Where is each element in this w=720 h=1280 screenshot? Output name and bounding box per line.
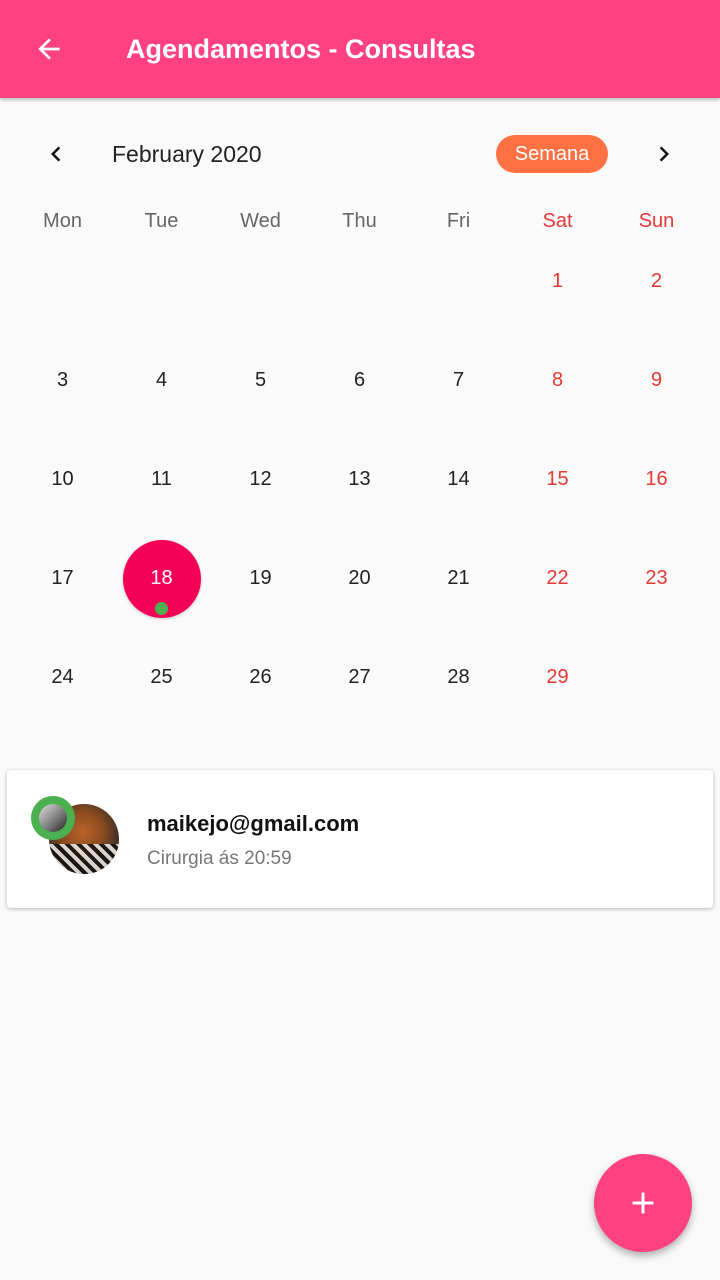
appointment-subtitle: Cirurgia ás 20:59 bbox=[147, 848, 292, 869]
calendar-day[interactable]: 26 bbox=[211, 628, 310, 727]
calendar-day[interactable]: 29 bbox=[508, 628, 607, 727]
calendar-day[interactable]: 1 bbox=[508, 232, 607, 331]
back-button[interactable] bbox=[24, 24, 74, 74]
calendar-day[interactable]: 23 bbox=[607, 529, 706, 628]
calendar-day[interactable]: 9 bbox=[607, 331, 706, 430]
calendar-day bbox=[13, 232, 112, 331]
app-bar: Agendamentos - Consultas bbox=[0, 0, 720, 98]
next-month-button[interactable] bbox=[646, 136, 682, 172]
calendar-day[interactable]: 21 bbox=[409, 529, 508, 628]
calendar-day[interactable]: 4 bbox=[112, 331, 211, 430]
calendar-day[interactable]: 28 bbox=[409, 628, 508, 727]
calendar-day[interactable]: 7 bbox=[409, 331, 508, 430]
calendar-day bbox=[310, 232, 409, 331]
calendar-day[interactable]: 14 bbox=[409, 430, 508, 529]
calendar-day[interactable]: 5 bbox=[211, 331, 310, 430]
month-title: February 2020 bbox=[112, 141, 262, 167]
calendar-day[interactable]: 16 bbox=[607, 430, 706, 529]
chevron-left-icon bbox=[51, 146, 61, 162]
appointment-email: maikejo@gmail.com bbox=[147, 811, 360, 836]
calendar-day[interactable]: 6 bbox=[310, 331, 409, 430]
arrow-left-icon bbox=[38, 38, 60, 60]
user-avatar bbox=[39, 804, 67, 832]
calendar-grid: 1 2 3 4 5 6 7 8 9 10 11 12 13 14 15 16 1… bbox=[13, 232, 707, 727]
calendar-day bbox=[409, 232, 508, 331]
plus-icon bbox=[632, 1192, 654, 1214]
calendar-day bbox=[607, 628, 706, 727]
calendar-day bbox=[211, 232, 310, 331]
calendar-day[interactable]: 8 bbox=[508, 331, 607, 430]
calendar-day[interactable]: 11 bbox=[112, 430, 211, 529]
add-appointment-button[interactable] bbox=[594, 1154, 692, 1252]
calendar-day[interactable]: 27 bbox=[310, 628, 409, 727]
chevron-right-icon bbox=[659, 146, 669, 162]
status-badge bbox=[31, 796, 75, 840]
calendar-day-selected[interactable]: 18 bbox=[112, 529, 211, 628]
calendar-day[interactable]: 10 bbox=[13, 430, 112, 529]
calendar-day[interactable]: 2 bbox=[607, 232, 706, 331]
calendar-day[interactable]: 13 bbox=[310, 430, 409, 529]
calendar-day[interactable]: 12 bbox=[211, 430, 310, 529]
previous-month-button[interactable] bbox=[38, 136, 74, 172]
calendar-day[interactable]: 17 bbox=[13, 529, 112, 628]
calendar-day[interactable]: 20 bbox=[310, 529, 409, 628]
calendar-header: February 2020 Semana bbox=[0, 130, 720, 178]
format-toggle-button[interactable]: Semana bbox=[496, 135, 608, 173]
appointment-card[interactable]: maikejo@gmail.com Cirurgia ás 20:59 bbox=[7, 770, 713, 908]
calendar-day[interactable]: 3 bbox=[13, 331, 112, 430]
calendar-day[interactable]: 22 bbox=[508, 529, 607, 628]
event-marker bbox=[155, 602, 168, 615]
page-title: Agendamentos - Consultas bbox=[126, 34, 476, 64]
calendar-day[interactable]: 15 bbox=[508, 430, 607, 529]
calendar-day bbox=[112, 232, 211, 331]
calendar-day[interactable]: 19 bbox=[211, 529, 310, 628]
calendar-day[interactable]: 25 bbox=[112, 628, 211, 727]
calendar-day[interactable]: 24 bbox=[13, 628, 112, 727]
